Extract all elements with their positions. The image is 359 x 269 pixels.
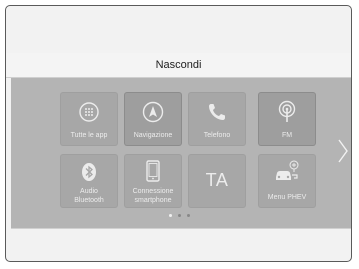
page-indicator [0,214,359,217]
page-dot[interactable] [169,214,172,217]
tile-label-line2: smartphone [134,197,172,204]
tile-label: Telefono [203,132,231,139]
tile-label: Menu PHEV [267,194,307,201]
page-dot[interactable] [187,214,190,217]
tile-label: Audio Bluetooth [62,187,116,205]
page-dot[interactable] [178,214,181,217]
grid-icon [61,99,117,125]
tile-all-apps[interactable]: Tutte le app [61,93,117,145]
hide-label: Nascondi [155,59,202,71]
tile-phev[interactable]: Menu PHEV [259,155,315,207]
hide-button[interactable]: Nascondi [6,53,351,78]
car-plug-icon [259,159,315,185]
ta-icon-wrap: TA [189,167,245,193]
screen-frame: Nascondi Tutte le app Navigazione Telefo… [5,5,352,262]
tile-label-line1: Audio [80,188,98,195]
tile-label: Tutte le app [70,132,108,139]
divider [11,228,351,229]
radio-icon [259,99,315,125]
tile-label: Connessione smartphone [126,187,180,205]
tile-phone[interactable]: Telefono [189,93,245,145]
app-panel: Tutte le app Navigazione Telefono FM Aud… [11,78,351,228]
bluetooth-icon [61,159,117,185]
chevron-right-icon[interactable] [336,138,350,164]
tile-label: FM [281,132,293,139]
tile-bluetooth-audio[interactable]: Audio Bluetooth [61,155,117,207]
tile-ta[interactable]: TA [189,155,245,207]
tile-fm[interactable]: FM [259,93,315,145]
tile-navigation[interactable]: Navigazione [125,93,181,145]
tile-label: Navigazione [133,132,173,139]
phone-icon [189,99,245,125]
tile-smartphone[interactable]: Connessione smartphone [125,155,181,207]
tile-label-line1: Connessione [132,188,174,195]
ta-label: TA [205,169,229,190]
smartphone-icon [125,158,181,184]
compass-icon [125,99,181,125]
tile-label-line2: Bluetooth [74,197,104,204]
